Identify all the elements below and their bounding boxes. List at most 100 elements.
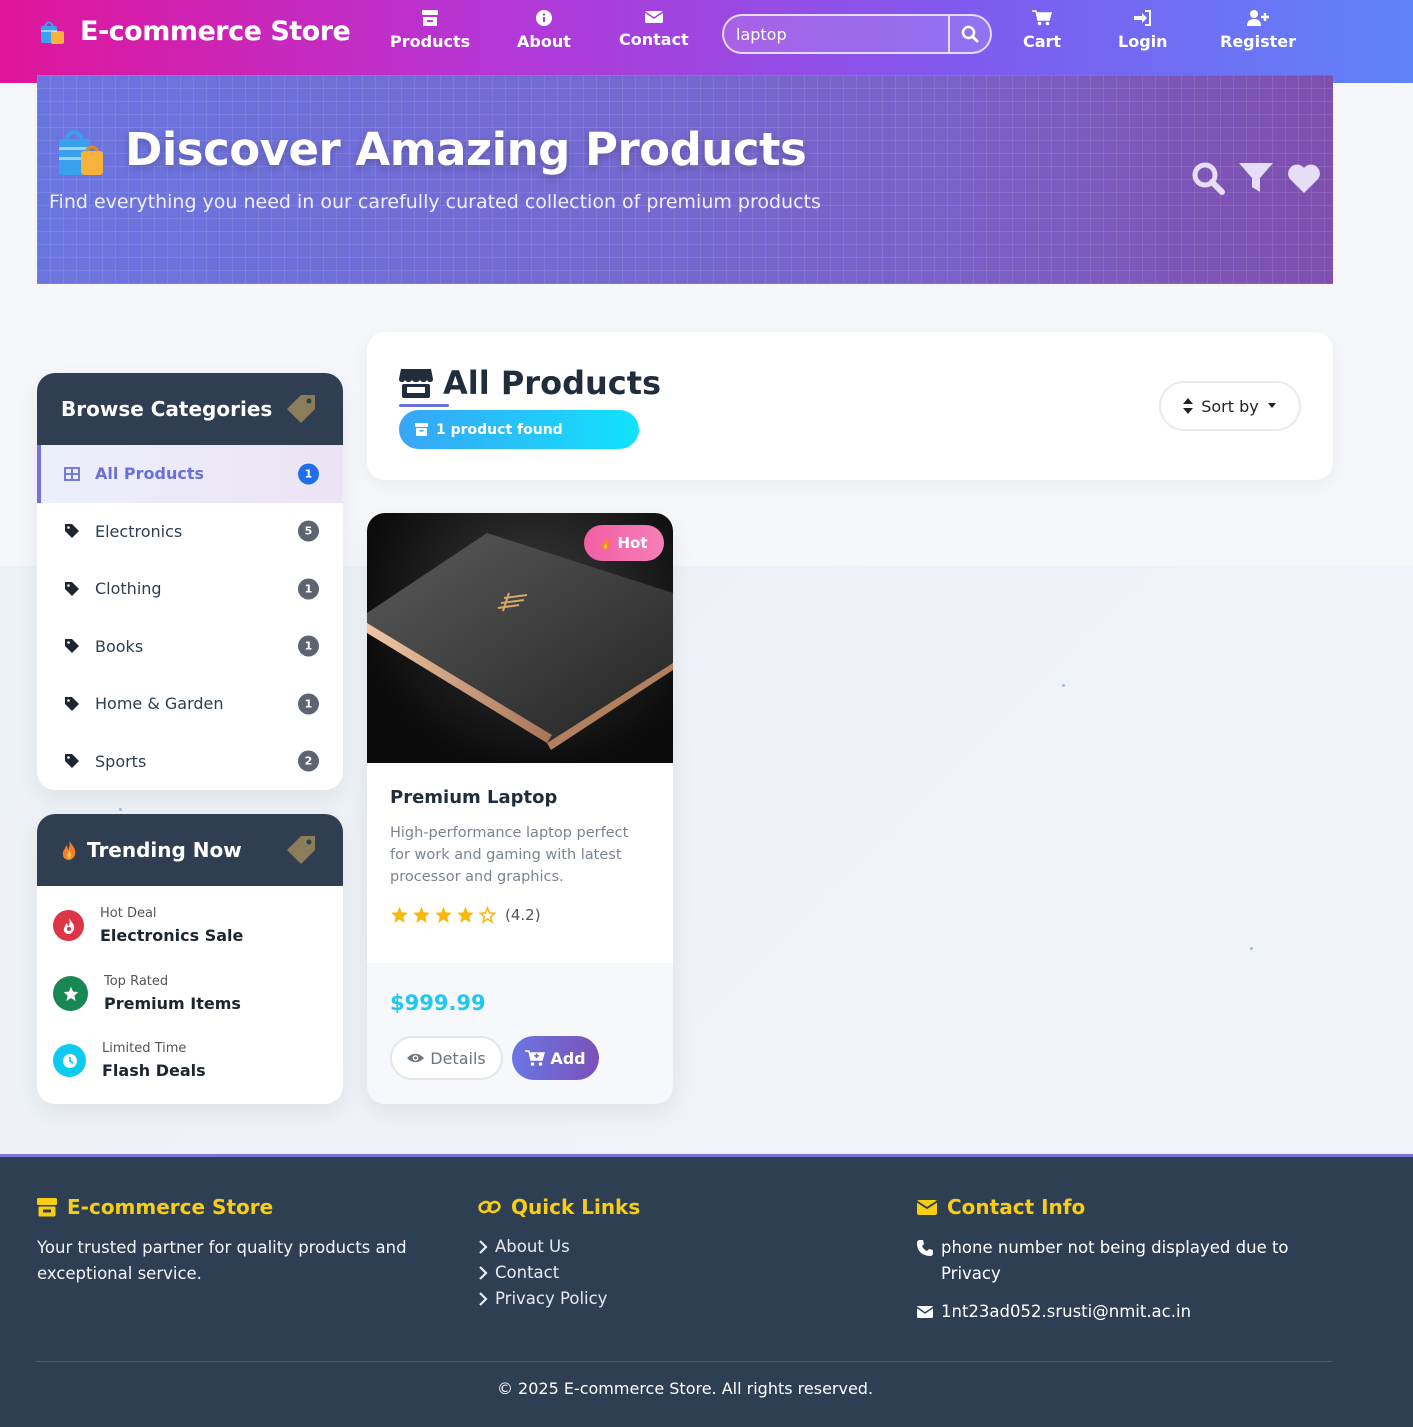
hero-icons [1191,161,1321,195]
star-icon [456,906,475,924]
category-label: Clothing [95,579,162,599]
product-count-label: 1 product found [436,421,563,438]
tags-icon [285,834,317,866]
brand-name: E-commerce Store [80,16,351,47]
footer-contact-heading: Contact Info [917,1195,1317,1219]
nav-label: Contact [619,30,689,49]
add-label: Add [550,1048,586,1068]
category-label: All Products [95,464,205,484]
products-header: All Products 1 product found Sort by [367,332,1333,480]
hero-title: Discover Amazing Products [125,123,807,176]
shopping-bags-icon [55,125,109,181]
footer-brand: E-commerce Store [67,1195,274,1219]
footer-link-contact[interactable]: Contact [478,1260,838,1286]
trending-item-limited-time[interactable]: Limited Time Flash Deals [53,1041,206,1080]
star-icon [390,906,409,924]
search-input[interactable] [724,16,948,52]
nav-label: About [517,32,571,51]
category-home-garden[interactable]: Home & Garden 1 [37,675,343,733]
store-icon [421,10,439,26]
cart-icon [1032,10,1053,26]
star-icon [434,906,453,924]
nav-contact[interactable]: Contact [619,10,689,49]
category-clothing[interactable]: Clothing 1 [37,560,343,618]
heart-icon [1287,163,1321,193]
decor-dot [1250,947,1253,950]
clock-icon [53,1044,86,1077]
product-price: $999.99 [390,991,486,1015]
hero-banner: Discover Amazing Products Find everythin… [37,75,1333,284]
sort-dropdown[interactable]: Sort by [1159,381,1301,431]
footer-links-title: Quick Links [511,1195,641,1219]
product-image[interactable]: Hot [367,513,673,763]
tag-icon [63,696,81,711]
brand[interactable]: E-commerce Store [38,16,351,47]
sort-icon [1183,398,1194,414]
footer-contact-column: Contact Info phone number not being disp… [917,1195,1317,1321]
products-title-row: All Products [399,364,661,402]
grid-icon [63,466,81,481]
categories-title: Browse Categories [61,397,273,421]
nav-register[interactable]: Register [1220,10,1296,51]
hero-subtitle: Find everything you need in our carefull… [49,191,821,213]
rating-value: (4.2) [505,906,541,924]
caret-down-icon [1267,403,1277,409]
nav-login[interactable]: Login [1118,10,1168,51]
category-sports[interactable]: Sports 2 [37,733,343,791]
nav-about[interactable]: About [517,10,571,51]
tag-icon [63,754,81,769]
search-button[interactable] [948,16,990,52]
chevron-right-icon [478,1240,489,1254]
shopping-bags-icon [38,17,68,47]
details-button[interactable]: Details [390,1036,503,1080]
decor-dot [1062,684,1065,687]
category-electronics[interactable]: Electronics 5 [37,503,343,561]
copyright: © 2025 E-commerce Store. All rights rese… [496,1379,874,1398]
product-description: High-performance laptop perfect for work… [390,825,629,885]
star-outline-icon [478,906,497,924]
phone-text: phone number not being displayed due to … [941,1238,1289,1283]
add-to-cart-button[interactable]: Add [512,1036,599,1080]
product-footer: $999.99 Details Add [367,963,673,1104]
title-underline [399,404,449,407]
category-count-badge: 1 [298,635,319,657]
footer-link-privacy[interactable]: Privacy Policy [478,1286,838,1312]
trending-kicker: Limited Time [102,1041,187,1056]
eye-icon [407,1052,425,1064]
footer-tagline: Your trusted partner for quality product… [37,1238,407,1283]
trending-item-hot-deal[interactable]: Hot Deal Electronics Sale [53,906,243,945]
fire-icon [61,840,77,860]
product-count-pill: 1 product found [399,410,639,449]
category-label: Electronics [95,521,183,541]
badge-label: Hot [617,534,648,552]
phone-icon [917,1240,933,1256]
nav-cart[interactable]: Cart [1023,10,1061,51]
nav-products[interactable]: Products [390,10,470,51]
cart-plus-icon [525,1049,546,1067]
search-form [722,14,992,54]
chevron-right-icon [478,1266,489,1280]
footer-brand-column: E-commerce Store Your trusted partner fo… [37,1195,417,1287]
nav-label: Login [1118,32,1168,51]
tag-icon [63,524,81,539]
product-card[interactable]: Hot Premium Laptop High-performance lapt… [367,513,673,1104]
category-count-badge: 1 [298,693,319,715]
product-name[interactable]: Premium Laptop [390,787,557,808]
details-label: Details [430,1048,486,1068]
footer-contact-title: Contact Info [947,1195,1086,1219]
filter-icon [1239,162,1273,194]
footer-phone: phone number not being displayed due to … [917,1235,1317,1287]
info-icon [535,10,552,26]
footer-brand-heading: E-commerce Store [37,1195,417,1219]
trending-title: Trending Now [87,838,242,862]
footer-email[interactable]: 1nt23ad052.srusti@nmit.ac.in [917,1302,1317,1321]
user-plus-icon [1247,10,1270,26]
category-books[interactable]: Books 1 [37,618,343,676]
envelope-icon [644,10,663,24]
trending-label: Premium Items [104,994,241,1013]
product-rating: (4.2) [390,906,541,924]
decor-dot [119,808,122,811]
footer-link-about[interactable]: About Us [478,1234,838,1260]
category-all-products[interactable]: All Products 1 [37,445,343,503]
trending-item-top-rated[interactable]: Top Rated Premium Items [53,974,241,1013]
